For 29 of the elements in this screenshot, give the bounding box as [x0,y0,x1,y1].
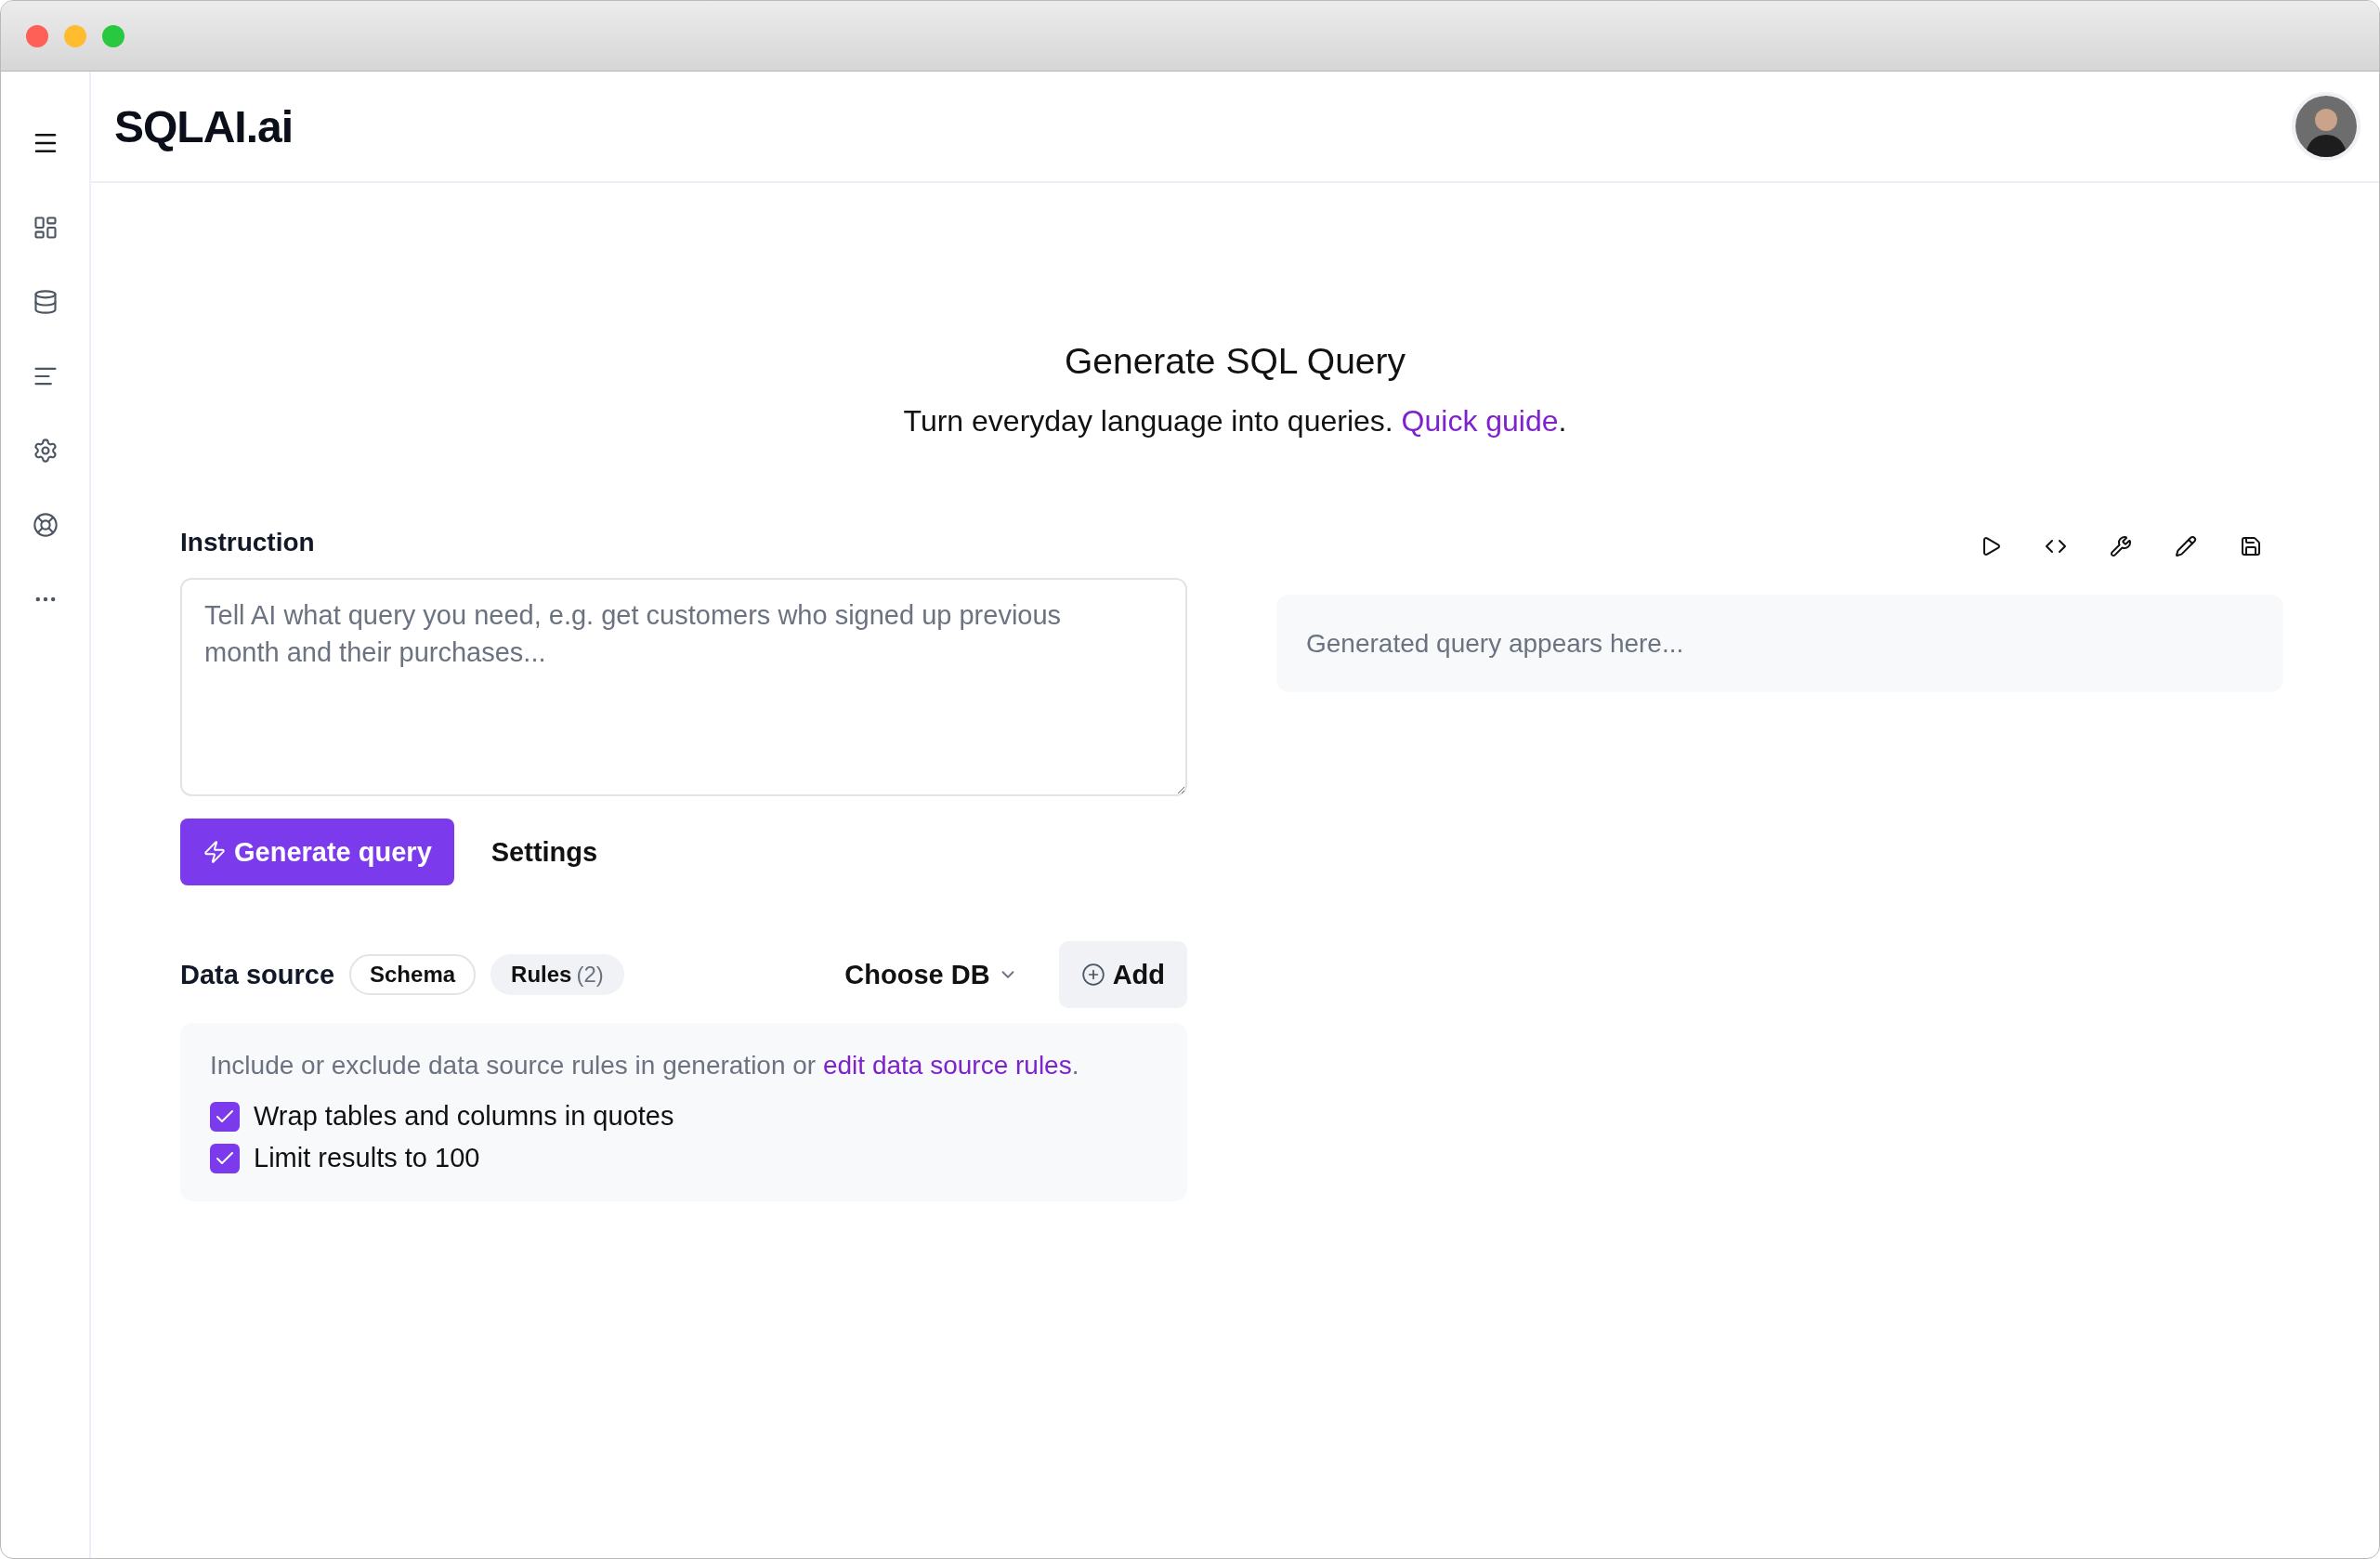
rule-label: Limit results to 100 [254,1143,480,1173]
quick-guide-link[interactable]: Quick guide [1401,404,1559,438]
settings-icon[interactable] [32,438,59,464]
dashboard-icon[interactable] [32,215,59,241]
page-subtitle: Turn everyday language into queries. Quick guide. [903,404,1567,439]
database-icon[interactable] [32,289,59,315]
plus-circle-icon [1080,963,1105,987]
data-source-label: Data source [180,959,334,990]
data-source-tab[interactable]: Schema [349,954,477,995]
add-button[interactable]: Add [1058,941,1187,1008]
settings-button[interactable]: Settings [490,836,598,868]
data-source-tab[interactable]: Rules (2) [490,954,624,995]
lifebuoy-icon[interactable] [32,512,59,538]
wrench-icon[interactable] [2110,535,2132,559]
user-avatar[interactable] [2292,92,2360,161]
instruction-label: Instruction [180,528,316,557]
rule-checkbox[interactable] [210,1101,240,1132]
lightning-icon [203,840,227,864]
app-logo: SQLAI.ai [114,100,294,152]
query-output-field[interactable]: Generated query appears here... [1276,595,2283,692]
pencil-icon[interactable] [2175,535,2197,559]
instruction-field[interactable]: Tell AI what query you need, e.g. get customers who signed up previous month and their purchases... [180,578,1187,796]
rules-description: Include or exclude data source rules in generation or edit data source rules. [210,1051,1080,1081]
page-title: Generate SQL Query [1064,341,1406,382]
rule-checkbox[interactable] [210,1143,240,1173]
rule-label: Wrap tables and columns in quotes [254,1101,674,1132]
choose-db-dropdown[interactable]: Choose DB [844,959,1018,990]
edit-rules-link[interactable]: edit data source rules [822,1051,1072,1080]
generate-query-button[interactable]: Generate query [180,819,454,885]
